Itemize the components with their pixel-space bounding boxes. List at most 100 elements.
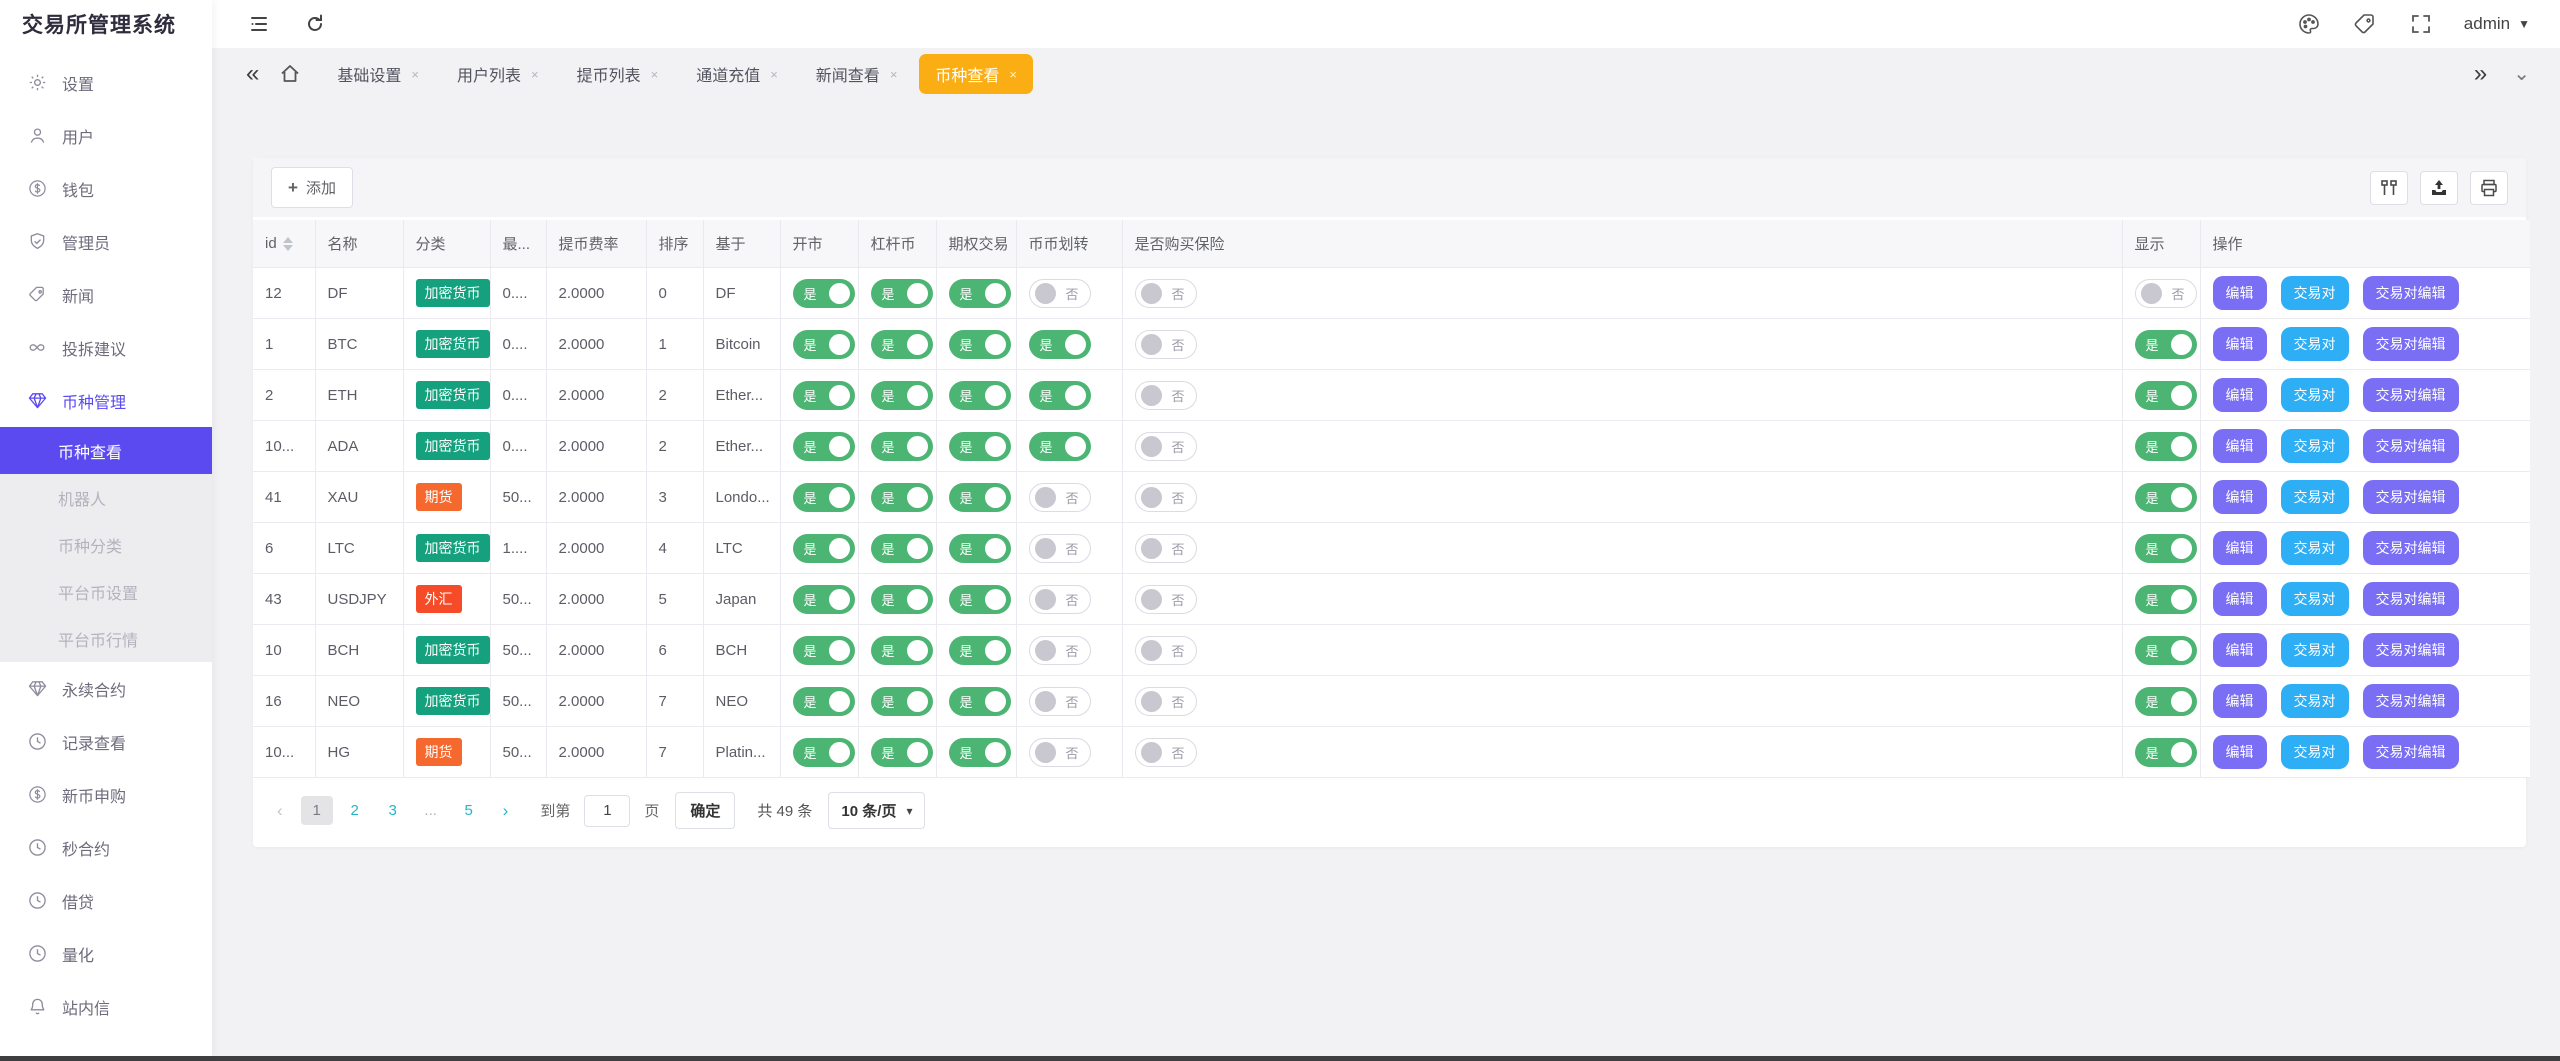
toggle-switch[interactable]: 否 — [1135, 534, 1197, 563]
tab-close-icon[interactable]: × — [651, 67, 659, 82]
toggle-switch[interactable]: 是 — [1029, 432, 1091, 461]
toggle-switch[interactable]: 是 — [949, 534, 1011, 563]
fullscreen-icon[interactable] — [2408, 11, 2434, 37]
tab-通道充值[interactable]: 通道充值× — [680, 54, 794, 94]
sidebar-item[interactable]: 秒合约 — [0, 821, 212, 874]
toggle-switch[interactable]: 是 — [2135, 534, 2197, 563]
toggle-switch[interactable]: 否 — [1135, 687, 1197, 716]
toggle-switch[interactable]: 是 — [949, 585, 1011, 614]
toggle-switch[interactable]: 是 — [871, 585, 933, 614]
action-button-交易对[interactable]: 交易对 — [2281, 480, 2349, 514]
action-button-交易对编辑[interactable]: 交易对编辑 — [2363, 735, 2459, 769]
goto-page-input[interactable] — [584, 795, 630, 827]
action-button-交易对[interactable]: 交易对 — [2281, 582, 2349, 616]
tab-提币列表[interactable]: 提币列表× — [561, 54, 675, 94]
tabs-menu-chevron-icon[interactable]: ⌄ — [2513, 64, 2530, 84]
page-size-select[interactable]: 10 条/页 ▾ — [828, 792, 925, 829]
action-button-交易对编辑[interactable]: 交易对编辑 — [2363, 633, 2459, 667]
toggle-switch[interactable]: 是 — [871, 738, 933, 767]
action-button-交易对[interactable]: 交易对 — [2281, 276, 2349, 310]
column-header[interactable]: id — [253, 220, 315, 268]
menu-collapse-icon[interactable] — [246, 11, 272, 37]
toggle-switch[interactable]: 是 — [949, 738, 1011, 767]
page-number[interactable]: 2 — [339, 796, 371, 825]
action-button-编辑[interactable]: 编辑 — [2213, 531, 2267, 565]
action-button-交易对[interactable]: 交易对 — [2281, 531, 2349, 565]
add-button[interactable]: + 添加 — [271, 167, 353, 208]
toggle-switch[interactable]: 是 — [793, 330, 855, 359]
sidebar-item[interactable]: 新闻 — [0, 268, 212, 321]
action-button-交易对编辑[interactable]: 交易对编辑 — [2363, 378, 2459, 412]
action-button-交易对[interactable]: 交易对 — [2281, 684, 2349, 718]
sidebar-item[interactable]: 借贷 — [0, 874, 212, 927]
sidebar-item[interactable]: 设置 — [0, 56, 212, 109]
page-number[interactable]: 1 — [301, 796, 333, 825]
action-button-编辑[interactable]: 编辑 — [2213, 327, 2267, 361]
prev-page-icon[interactable]: ‹ — [269, 797, 291, 825]
sort-icon[interactable] — [283, 237, 293, 251]
action-button-编辑[interactable]: 编辑 — [2213, 633, 2267, 667]
tag-icon[interactable] — [2352, 11, 2378, 37]
action-button-交易对编辑[interactable]: 交易对编辑 — [2363, 582, 2459, 616]
theme-palette-icon[interactable] — [2296, 11, 2322, 37]
toggle-switch[interactable]: 是 — [949, 330, 1011, 359]
home-icon[interactable] — [277, 61, 303, 87]
tab-close-icon[interactable]: × — [890, 67, 898, 82]
toggle-switch[interactable]: 否 — [1029, 534, 1091, 563]
toggle-switch[interactable]: 是 — [793, 432, 855, 461]
confirm-button[interactable]: 确定 — [675, 792, 735, 829]
action-button-编辑[interactable]: 编辑 — [2213, 378, 2267, 412]
tab-close-icon[interactable]: × — [770, 67, 778, 82]
toggle-switch[interactable]: 是 — [2135, 738, 2197, 767]
toggle-switch[interactable]: 是 — [793, 585, 855, 614]
export-icon[interactable] — [2420, 171, 2458, 205]
action-button-交易对编辑[interactable]: 交易对编辑 — [2363, 531, 2459, 565]
toggle-switch[interactable]: 否 — [1135, 381, 1197, 410]
action-button-编辑[interactable]: 编辑 — [2213, 582, 2267, 616]
action-button-编辑[interactable]: 编辑 — [2213, 429, 2267, 463]
tabs-scroll-left-icon[interactable]: « — [246, 62, 259, 86]
toggle-switch[interactable]: 是 — [871, 687, 933, 716]
toggle-switch[interactable]: 是 — [1029, 381, 1091, 410]
toggle-switch[interactable]: 是 — [793, 738, 855, 767]
toggle-switch[interactable]: 是 — [871, 279, 933, 308]
toggle-switch[interactable]: 是 — [2135, 636, 2197, 665]
action-button-交易对[interactable]: 交易对 — [2281, 378, 2349, 412]
toggle-switch[interactable]: 否 — [1029, 585, 1091, 614]
toggle-switch[interactable]: 是 — [871, 381, 933, 410]
toggle-switch[interactable]: 否 — [1135, 738, 1197, 767]
toggle-switch[interactable]: 是 — [2135, 585, 2197, 614]
sidebar-item[interactable]: 永续合约 — [0, 662, 212, 715]
action-button-交易对编辑[interactable]: 交易对编辑 — [2363, 276, 2459, 310]
toggle-switch[interactable]: 否 — [1029, 636, 1091, 665]
toggle-switch[interactable]: 是 — [871, 636, 933, 665]
toggle-switch[interactable]: 否 — [1029, 483, 1091, 512]
sidebar-item[interactable]: 新币申购 — [0, 768, 212, 821]
action-button-交易对[interactable]: 交易对 — [2281, 429, 2349, 463]
toggle-switch[interactable]: 否 — [2135, 279, 2197, 308]
action-button-编辑[interactable]: 编辑 — [2213, 735, 2267, 769]
action-button-交易对编辑[interactable]: 交易对编辑 — [2363, 327, 2459, 361]
user-menu[interactable]: admin ▼ — [2464, 14, 2530, 34]
sidebar-subitem[interactable]: 平台币行情 — [0, 615, 212, 662]
toggle-switch[interactable]: 是 — [793, 381, 855, 410]
action-button-交易对[interactable]: 交易对 — [2281, 327, 2349, 361]
action-button-交易对编辑[interactable]: 交易对编辑 — [2363, 480, 2459, 514]
sidebar-subitem[interactable]: 平台币设置 — [0, 568, 212, 615]
tab-基础设置[interactable]: 基础设置× — [321, 54, 435, 94]
toggle-switch[interactable]: 否 — [1029, 738, 1091, 767]
toggle-switch[interactable]: 是 — [871, 432, 933, 461]
toggle-switch[interactable]: 是 — [871, 330, 933, 359]
print-icon[interactable] — [2470, 171, 2508, 205]
toggle-switch[interactable]: 否 — [1135, 585, 1197, 614]
action-button-编辑[interactable]: 编辑 — [2213, 684, 2267, 718]
sidebar-item[interactable]: 币种管理 — [0, 374, 212, 427]
column-settings-icon[interactable] — [2370, 171, 2408, 205]
toggle-switch[interactable]: 是 — [871, 483, 933, 512]
toggle-switch[interactable]: 否 — [1135, 483, 1197, 512]
sidebar-subitem[interactable]: 币种分类 — [0, 521, 212, 568]
action-button-交易对编辑[interactable]: 交易对编辑 — [2363, 429, 2459, 463]
toggle-switch[interactable]: 否 — [1029, 279, 1091, 308]
sidebar-item[interactable]: 投拆建议 — [0, 321, 212, 374]
action-button-交易对[interactable]: 交易对 — [2281, 735, 2349, 769]
